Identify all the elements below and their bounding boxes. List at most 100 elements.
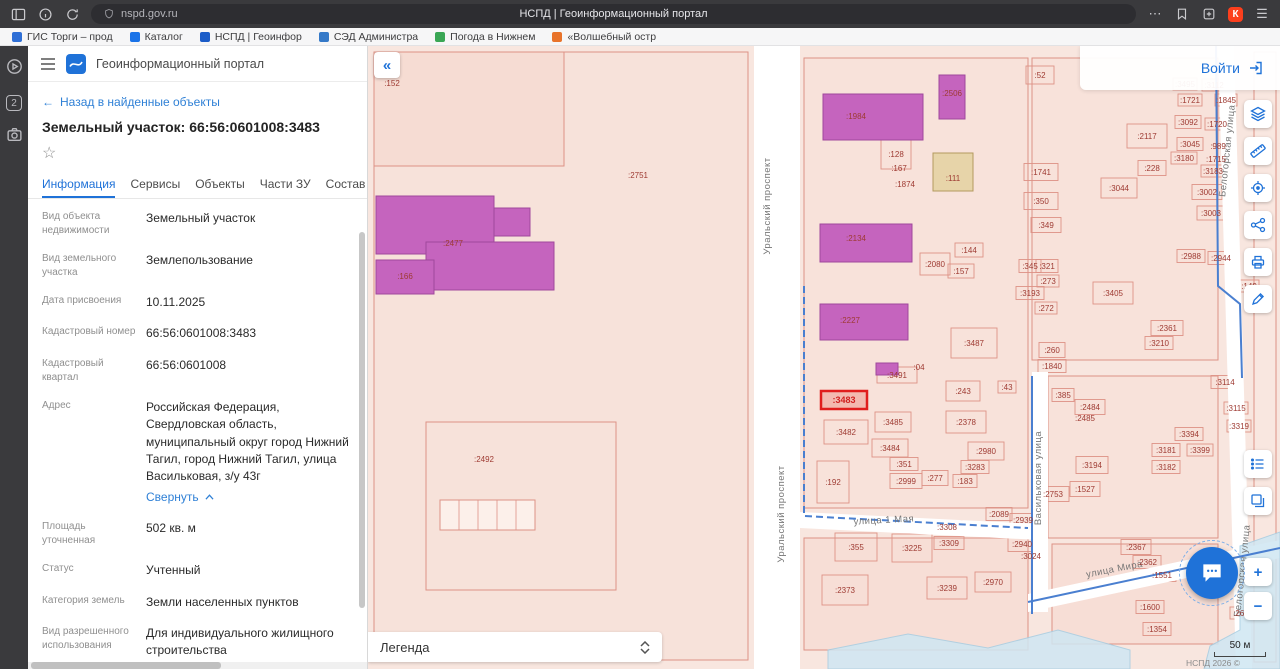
parcel-label[interactable]: :1600	[1140, 603, 1161, 612]
edit-icon[interactable]	[1244, 285, 1272, 313]
parcel-label[interactable]: :2939	[1013, 516, 1034, 525]
share-icon[interactable]	[1244, 211, 1272, 239]
parcel-label[interactable]: :350	[1033, 197, 1049, 206]
parcel-label[interactable]: :3399	[1190, 446, 1211, 455]
parcel-label[interactable]: :2080	[925, 260, 946, 269]
parcel-label[interactable]: :2362	[1137, 558, 1158, 567]
tab-Объекты[interactable]: Объекты	[195, 171, 245, 198]
parcel-label[interactable]: :3193	[1020, 289, 1041, 298]
parcel-label[interactable]: :2378	[956, 418, 977, 427]
parcel-label[interactable]: :2484	[1080, 403, 1101, 412]
tabs-count-badge[interactable]: 2	[6, 95, 22, 111]
zoom-out-button[interactable]: −	[1244, 592, 1272, 620]
cadastral-block[interactable]	[1048, 376, 1218, 538]
parcel-label[interactable]: :3002	[1197, 188, 1218, 197]
parcel-label[interactable]: :2970	[983, 578, 1004, 587]
parcel-label[interactable]: :2988	[1181, 252, 1202, 261]
parcel-label[interactable]: :2506	[942, 89, 963, 98]
parcel-label[interactable]: :1984	[846, 112, 867, 121]
parcel-label[interactable]: :2117	[1137, 132, 1157, 141]
parcel-label[interactable]: :277	[927, 474, 943, 483]
login-button[interactable]: Войти	[1201, 60, 1240, 76]
parcel-label[interactable]: :2227	[840, 316, 861, 325]
collections-icon[interactable]	[1201, 6, 1217, 22]
parcel-label[interactable]: :152	[384, 79, 400, 88]
parcel-label[interactable]: :43	[1001, 383, 1013, 392]
cadastral-block[interactable]	[374, 52, 564, 166]
bookmark-item[interactable]: СЭД Администра	[319, 31, 418, 43]
parcel-label[interactable]: :3210	[1149, 339, 1170, 348]
panel-horizontal-scrollbar[interactable]	[28, 662, 367, 669]
menu-icon[interactable]	[40, 57, 56, 71]
bookmark-item[interactable]: ГИС Торги – прод	[12, 31, 113, 43]
parcel-label[interactable]: :243	[955, 387, 971, 396]
parcel-label[interactable]: :2999	[896, 477, 917, 486]
parcel-label[interactable]: :04	[913, 363, 925, 372]
map-layers-icon[interactable]	[1244, 487, 1272, 515]
tab-Информация[interactable]: Информация	[42, 171, 115, 198]
back-link[interactable]: ← Назад в найденные объекты	[28, 82, 367, 111]
zoom-in-button[interactable]: +	[1244, 558, 1272, 586]
parcel-label[interactable]: :345	[1022, 262, 1038, 271]
layers-icon[interactable]	[1244, 100, 1272, 128]
parcel-label[interactable]: :260	[1044, 346, 1060, 355]
parcel-label[interactable]: :3483	[832, 395, 855, 405]
tab-Состав[interactable]: Состав	[326, 171, 366, 198]
panel-collapse-button[interactable]: «	[374, 52, 400, 78]
parcel-label[interactable]: :3180	[1174, 154, 1195, 163]
results-list-icon[interactable]	[1244, 450, 1272, 478]
address-bar[interactable]: nspd.gov.ru НСПД | Геоинформационный пор…	[91, 4, 1136, 24]
parcel-label[interactable]: :3239	[937, 584, 958, 593]
cadastral-block[interactable]	[440, 500, 535, 530]
parcel-label[interactable]: :3484	[880, 444, 901, 453]
parcel-label[interactable]: :1715	[1206, 155, 1227, 164]
parcel-label[interactable]: :2944	[1211, 254, 1232, 263]
player-icon[interactable]	[6, 58, 23, 80]
parcel-label[interactable]: :1720	[1207, 120, 1228, 129]
parcel-label[interactable]: :1527	[1075, 485, 1096, 494]
parcel-label[interactable]: :3319	[1229, 422, 1250, 431]
refresh-icon[interactable]	[64, 6, 80, 22]
parcel-label[interactable]: :2940	[1012, 540, 1033, 549]
tab-Сервисы[interactable]: Сервисы	[130, 171, 180, 198]
print-icon[interactable]	[1244, 248, 1272, 276]
parcel-label[interactable]: :273	[1040, 277, 1056, 286]
parcel-label[interactable]: :1721	[1180, 96, 1201, 105]
parcel-label[interactable]: :2751	[628, 171, 649, 180]
extensions-more-icon[interactable]: ⋯	[1147, 6, 1163, 22]
parcel-label[interactable]: :128	[888, 150, 904, 159]
parcel-label[interactable]: :3092	[1178, 118, 1199, 127]
parcel-label[interactable]: :3283	[965, 463, 986, 472]
parcel-label[interactable]: :2134	[846, 234, 867, 243]
parcel-label[interactable]: :3182	[1156, 463, 1177, 472]
parcel-label[interactable]: :385	[1055, 391, 1071, 400]
parcel-label[interactable]: :3024	[1021, 552, 1042, 561]
parcel-label[interactable]: :3309	[939, 539, 960, 548]
sidebar-toggle-icon[interactable]	[10, 6, 26, 22]
parcel-label[interactable]: :3114	[1215, 378, 1235, 387]
parcel-label[interactable]: :3405	[1103, 289, 1124, 298]
parcel-label[interactable]: :2492	[474, 455, 495, 464]
parcel-label[interactable]: :272	[1038, 304, 1054, 313]
coordinates-icon[interactable]	[1244, 174, 1272, 202]
favorite-star-icon[interactable]: ☆	[28, 137, 367, 166]
parcel-label[interactable]: :2477	[443, 239, 464, 248]
parcel-label[interactable]: :3394	[1179, 430, 1200, 439]
parcel-label[interactable]: :3225	[902, 544, 923, 553]
yandex-services-icon[interactable]: К	[1228, 7, 1243, 22]
bookmark-item[interactable]: «Волшебный остр	[552, 31, 656, 43]
legend-expand-icon[interactable]	[640, 641, 650, 654]
parcel-label[interactable]: :2373	[835, 586, 856, 595]
parcel-label[interactable]: :3003	[1201, 209, 1222, 218]
parcel-label[interactable]: :2089	[989, 510, 1010, 519]
support-chat-button[interactable]	[1186, 547, 1238, 599]
parcel-label[interactable]: :1354	[1147, 625, 1168, 634]
bookmark-item[interactable]: НСПД | Геоинфор	[200, 31, 302, 43]
parcel-label[interactable]: :2367	[1126, 543, 1147, 552]
parcel-label[interactable]: :2361	[1157, 324, 1178, 333]
parcel-label[interactable]: :3044	[1109, 184, 1130, 193]
parcel-label[interactable]: :3487	[964, 339, 985, 348]
parcel-label[interactable]: :3181	[1156, 446, 1177, 455]
parcel-label[interactable]: :351	[896, 460, 912, 469]
parcel-label[interactable]: :228	[1144, 164, 1160, 173]
